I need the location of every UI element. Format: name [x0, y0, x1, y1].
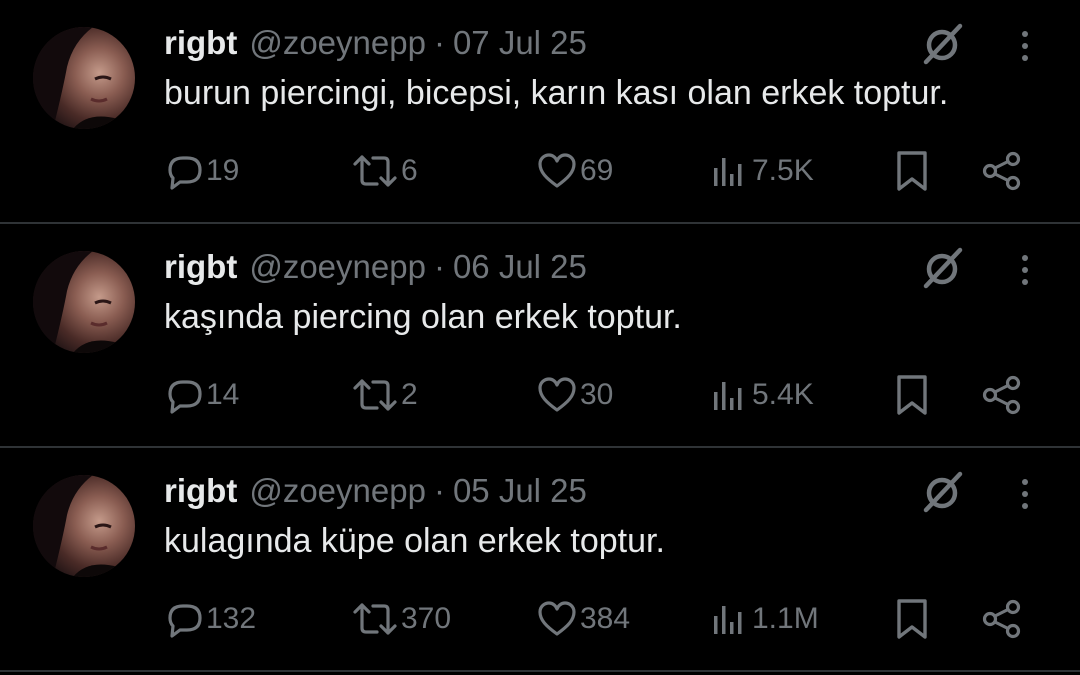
share-button[interactable] [980, 370, 1024, 420]
views-count: 1.1M [752, 602, 819, 635]
tweet-text: burun piercingi, bicepsi, karın kası ola… [164, 74, 949, 112]
tweet-date[interactable]: 07 Jul 25 [453, 24, 587, 62]
like-count: 30 [580, 378, 614, 411]
tweet-text: kulagında küpe olan erkek toptur. [164, 522, 665, 560]
share-button[interactable] [980, 146, 1024, 196]
avatar[interactable] [33, 27, 135, 129]
action-bar: 14 2 30 5.4K [0, 370, 1080, 420]
divider [0, 670, 1080, 672]
views-button[interactable]: 1.1M [710, 594, 819, 644]
bookmark-icon [897, 375, 927, 415]
views-icon [714, 158, 742, 186]
heart-icon [538, 601, 576, 636]
reply-icon [168, 604, 202, 638]
reply-button[interactable]: 132 [166, 594, 256, 644]
tweet-feed: rigbt @zoeynepp · 07 Jul 25 burun pierci… [0, 0, 1080, 675]
grok-icon[interactable] [918, 20, 966, 68]
tweet[interactable]: rigbt @zoeynepp · 05 Jul 25 kulagında kü… [0, 448, 1080, 672]
views-button[interactable]: 7.5K [710, 146, 814, 196]
user-handle[interactable]: @zoeynepp [249, 248, 426, 286]
display-name[interactable]: rigbt [164, 24, 237, 62]
bookmark-button[interactable] [892, 146, 932, 196]
share-icon [982, 151, 1021, 191]
reply-count: 19 [206, 154, 240, 187]
user-handle[interactable]: @zoeynepp [249, 24, 426, 62]
separator-dot: · [433, 472, 445, 509]
like-button[interactable]: 384 [536, 594, 630, 644]
grok-icon[interactable] [918, 468, 966, 516]
retweet-button[interactable]: 6 [351, 146, 418, 196]
more-icon[interactable] [1012, 26, 1038, 66]
separator-dot: · [433, 248, 445, 285]
reply-icon [168, 380, 202, 414]
grok-icon[interactable] [918, 244, 966, 292]
tweet-header: rigbt @zoeynepp · 05 Jul 25 [164, 470, 587, 512]
views-count: 7.5K [752, 154, 814, 187]
more-icon[interactable] [1012, 474, 1038, 514]
tweet-header: rigbt @zoeynepp · 07 Jul 25 [164, 22, 587, 64]
reply-button[interactable]: 19 [166, 146, 239, 196]
avatar[interactable] [33, 475, 135, 577]
like-count: 384 [580, 602, 631, 635]
bookmark-icon [897, 599, 927, 639]
like-button[interactable]: 69 [536, 146, 613, 196]
retweet-icon [353, 155, 397, 187]
reply-icon [168, 156, 202, 190]
tweet[interactable]: rigbt @zoeynepp · 06 Jul 25 kaşında pier… [0, 224, 1080, 448]
retweet-icon [353, 603, 397, 635]
avatar[interactable] [33, 251, 135, 353]
like-button[interactable]: 30 [536, 370, 613, 420]
bookmark-icon [897, 151, 927, 191]
tweet[interactable]: rigbt @zoeynepp · 07 Jul 25 burun pierci… [0, 0, 1080, 224]
bookmark-button[interactable] [892, 370, 932, 420]
retweet-button[interactable]: 2 [351, 370, 418, 420]
share-icon [982, 599, 1021, 639]
tweet-date[interactable]: 05 Jul 25 [453, 472, 587, 510]
heart-icon [538, 153, 576, 188]
retweet-count: 2 [401, 378, 418, 411]
retweet-count: 6 [401, 154, 418, 187]
share-icon [982, 375, 1021, 415]
display-name[interactable]: rigbt [164, 472, 237, 510]
reply-count: 132 [206, 602, 257, 635]
retweet-button[interactable]: 370 [351, 594, 451, 644]
like-count: 69 [580, 154, 614, 187]
more-icon[interactable] [1012, 250, 1038, 290]
bookmark-button[interactable] [892, 594, 932, 644]
views-icon [714, 382, 742, 410]
tweet-date[interactable]: 06 Jul 25 [453, 248, 587, 286]
user-handle[interactable]: @zoeynepp [249, 472, 426, 510]
tweet-text: kaşında piercing olan erkek toptur. [164, 298, 682, 336]
views-button[interactable]: 5.4K [710, 370, 814, 420]
display-name[interactable]: rigbt [164, 248, 237, 286]
reply-button[interactable]: 14 [166, 370, 239, 420]
retweet-count: 370 [401, 602, 452, 635]
share-button[interactable] [980, 594, 1024, 644]
views-count: 5.4K [752, 378, 814, 411]
heart-icon [538, 377, 576, 412]
reply-count: 14 [206, 378, 240, 411]
views-icon [714, 606, 742, 634]
tweet-header: rigbt @zoeynepp · 06 Jul 25 [164, 246, 587, 288]
retweet-icon [353, 379, 397, 411]
action-bar: 132 370 384 1.1M [0, 594, 1080, 644]
action-bar: 19 6 69 7.5K [0, 146, 1080, 196]
separator-dot: · [433, 24, 445, 61]
